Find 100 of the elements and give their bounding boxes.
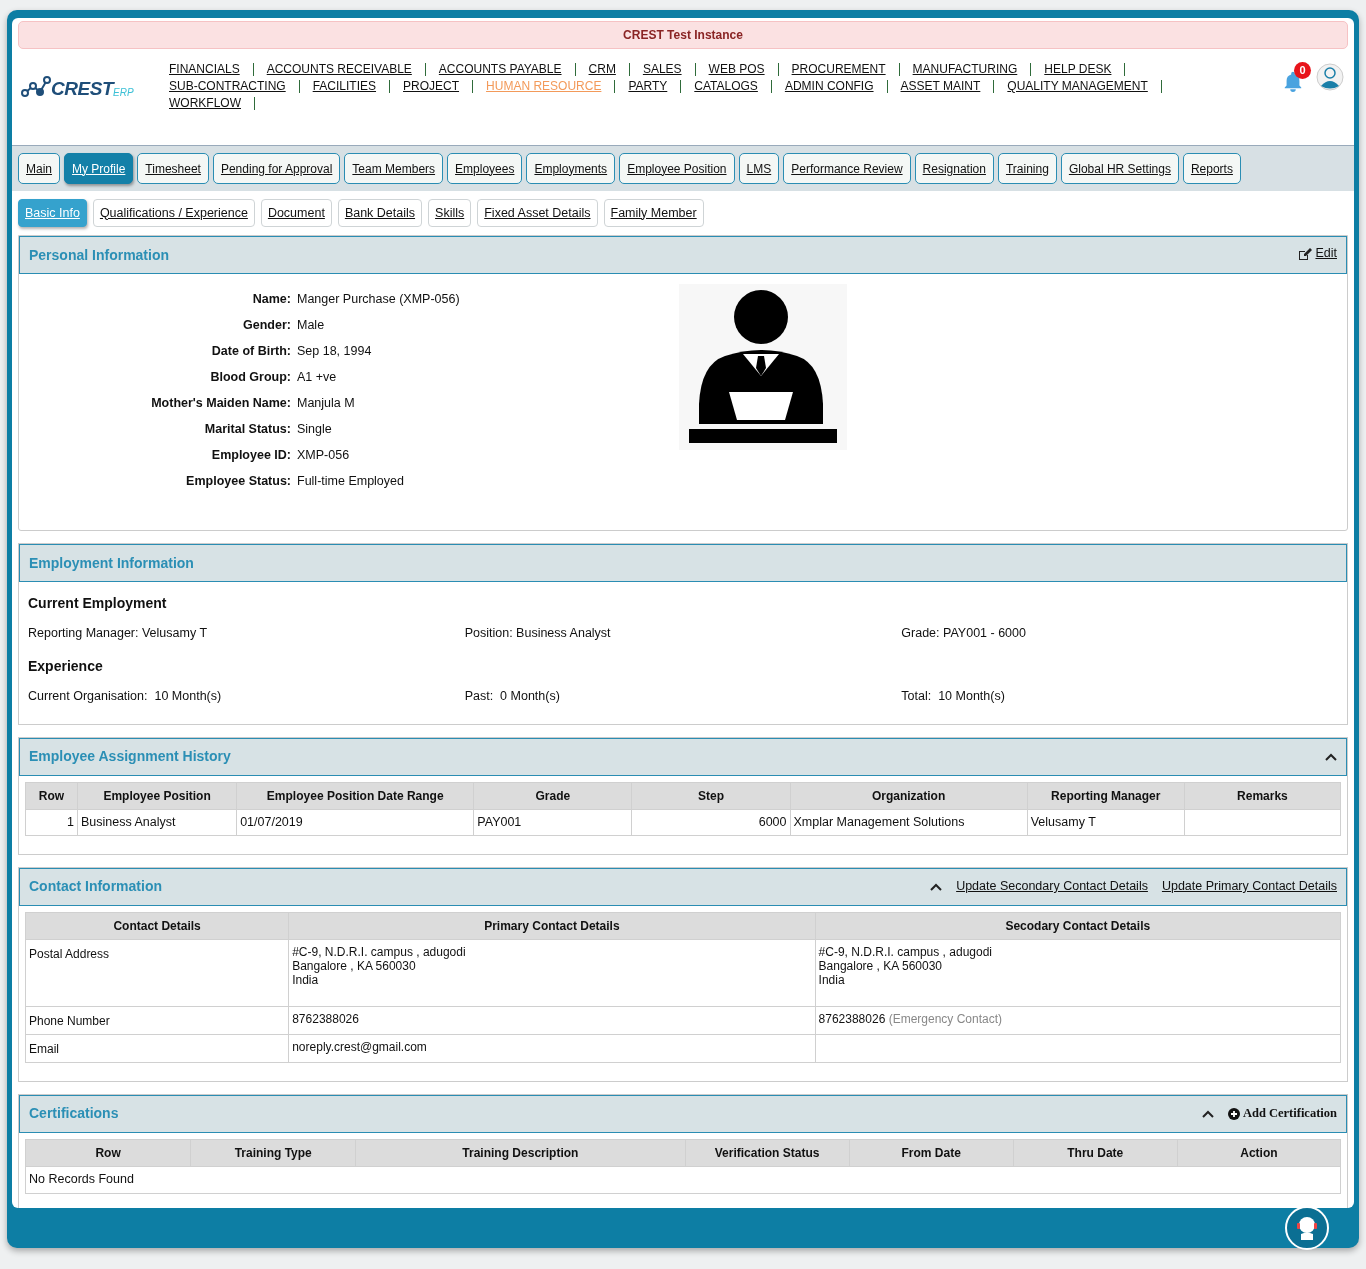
module-tab[interactable]: Main	[18, 153, 60, 184]
module-menu-link[interactable]: WEB POS	[708, 61, 765, 78]
module-tab[interactable]: My Profile	[64, 153, 134, 184]
module-menu-link[interactable]: QUALITY MANAGEMENT	[1007, 78, 1148, 95]
table-cell-text: 8762388026	[292, 1011, 360, 1026]
field-text: Grade: PAY001 - 6000	[901, 625, 1027, 642]
field-text: Current Organisation: 10 Month(s)	[28, 687, 223, 705]
module-menu-link[interactable]: ADMIN CONFIG	[784, 78, 874, 95]
module-tab[interactable]: Training	[997, 153, 1057, 184]
table-cell-text: noreply.crest@gmail.com	[292, 1039, 428, 1054]
module-tab[interactable]: Global HR Settings	[1060, 153, 1179, 184]
module-tab[interactable]: LMS	[738, 153, 780, 184]
column-header: Primary Contact Details	[288, 912, 816, 939]
profile-sub-tab[interactable]: Bank Details	[337, 199, 423, 227]
module-menu-link[interactable]: SALES	[642, 61, 682, 78]
column-header: Thru Date	[1013, 1139, 1178, 1166]
column-header: Training Type	[190, 1139, 356, 1166]
module-menu-link[interactable]: ACCOUNTS RECEIVABLE	[266, 61, 412, 78]
module-menu-link[interactable]: ASSET MAINT	[900, 78, 981, 95]
notification-badge: 0	[1294, 62, 1311, 79]
table-cell: Business Analyst	[77, 809, 237, 835]
module-tab[interactable]: Team Members	[344, 153, 444, 184]
module-tab[interactable]: Timesheet	[137, 153, 209, 184]
module-menu-link[interactable]: FINANCIALS	[169, 61, 240, 78]
section-title: Contact Information	[29, 877, 162, 896]
field-label: Gender:	[242, 317, 292, 334]
table-cell: 6000	[631, 809, 791, 835]
field-text: Total: 10 Month(s)	[901, 687, 1006, 705]
module-menu-link[interactable]: MANUFACTURING	[912, 61, 1018, 78]
field-value: Manger Purchase (XMP-056)	[297, 291, 460, 308]
field-text: Reporting Manager: Velusamy T	[28, 625, 209, 642]
column-header: Step	[631, 782, 791, 809]
profile-sub-tab[interactable]: Fixed Asset Details	[477, 199, 598, 227]
column-header: Action	[1177, 1139, 1341, 1166]
table-cell: Email	[25, 1034, 289, 1062]
crest-erp-logo[interactable]: CRESTERP	[21, 76, 169, 98]
field-value: Male	[297, 317, 325, 334]
profile-sub-tab[interactable]: Qualifications / Experience	[92, 199, 255, 227]
collapse-icon[interactable]	[930, 882, 943, 891]
profile-sub-tab[interactable]: Skills	[428, 199, 472, 227]
address-text: #C-9, N.D.R.I. campus , adugodi Bangalore , KA 560030 India	[292, 944, 467, 987]
module-tab[interactable]: Resignation	[914, 153, 994, 184]
network-nodes-icon	[21, 76, 51, 98]
employee-at-desk-icon	[679, 284, 847, 450]
module-tab[interactable]: Reports	[1182, 153, 1241, 184]
field-value: Full-time Employed	[297, 473, 404, 490]
module-menu-link[interactable]: HELP DESK	[1044, 61, 1112, 78]
module-menu-link[interactable]: PARTY	[628, 78, 668, 95]
table-cell: 1	[25, 809, 78, 835]
field-label: Employee Status:	[185, 473, 292, 490]
field-label: Employee ID:	[210, 447, 292, 464]
chat-bot-button[interactable]	[1285, 1206, 1329, 1250]
profile-sub-tab[interactable]: Family Member	[603, 199, 704, 227]
collapse-icon[interactable]	[1325, 752, 1337, 761]
column-header: Remarks	[1184, 782, 1341, 809]
module-tab[interactable]: Pending for Approval	[212, 153, 341, 184]
edit-icon	[1298, 247, 1313, 260]
table-cell: Phone Number	[25, 1006, 289, 1034]
column-header: Training Description	[355, 1139, 685, 1166]
section-title: Certifications	[29, 1104, 119, 1123]
column-header: Row	[25, 782, 78, 809]
module-menu-link[interactable]: CRM	[588, 61, 616, 78]
update-contact-link[interactable]: Update Primary Contact Details	[1161, 877, 1337, 896]
section-title: Personal Information	[29, 245, 170, 265]
module-menu-link[interactable]: PROJECT	[403, 78, 460, 95]
user-avatar-icon[interactable]	[1316, 63, 1344, 91]
section-title: Employee Assignment History	[29, 747, 231, 766]
add-certification-link[interactable]: Add Certification	[1227, 1104, 1337, 1123]
table-cell: Velusamy T	[1027, 809, 1185, 835]
subsection-heading: Experience	[28, 656, 104, 676]
plus-circle-icon	[1227, 1107, 1240, 1120]
column-header: Row	[25, 1139, 191, 1166]
field-label: Marital Status:	[203, 421, 292, 438]
collapse-icon[interactable]	[1201, 1109, 1214, 1118]
update-contact-link[interactable]: Update Secondary Contact Details	[956, 877, 1148, 896]
column-header: Employee Position Date Range	[236, 782, 474, 809]
module-menu-link[interactable]: SUB-CONTRACTING	[169, 78, 286, 95]
table-cell: Postal Address	[25, 939, 289, 1006]
column-header: Grade	[473, 782, 632, 809]
module-menu-link[interactable]: FACILITIES	[312, 78, 377, 95]
module-menu-link[interactable]: PROCUREMENT	[791, 61, 886, 78]
field-value: XMP-056	[297, 447, 350, 464]
module-tab[interactable]: Employments	[526, 153, 616, 184]
section-title: Employment Information	[29, 553, 194, 573]
module-tab[interactable]: Performance Review	[783, 153, 911, 184]
field-value: A1 +ve	[297, 369, 337, 386]
edit-link[interactable]: Edit	[1298, 244, 1337, 263]
module-menu-link[interactable]: ACCOUNTS PAYABLE	[438, 61, 562, 78]
subsection-heading: Current Employment	[28, 594, 168, 613]
profile-sub-tab[interactable]: Document	[260, 199, 332, 227]
column-header: From Date	[849, 1139, 1014, 1166]
column-header: Contact Details	[25, 912, 289, 939]
module-menu-link[interactable]: WORKFLOW	[169, 95, 241, 112]
module-tab[interactable]: Employee Position	[619, 153, 735, 184]
table-cell: PAY001	[473, 809, 632, 835]
empty-table-message: No Records Found	[25, 1166, 1341, 1193]
field-value: Sep 18, 1994	[297, 343, 372, 360]
table-cell: 01/07/2019	[236, 809, 474, 835]
module-menu-link[interactable]: CATALOGS	[694, 78, 758, 95]
module-tab[interactable]: Employees	[447, 153, 523, 184]
